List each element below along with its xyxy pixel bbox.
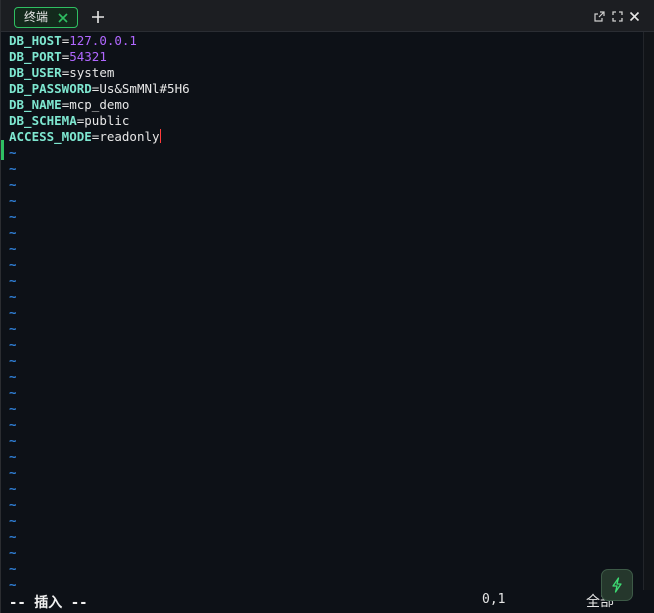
env-key: DB_NAME [9,97,62,112]
env-key: DB_PASSWORD [9,81,92,96]
empty-line-marker: ~ [9,385,17,400]
empty-line-marker: ~ [9,321,17,336]
env-key: DB_PORT [9,49,62,64]
env-value: 127.0.0.1 [69,33,137,48]
empty-line-marker: ~ [9,433,17,448]
env-value: 54321 [69,49,107,64]
status-line: -- 插入 -- 0,1 全部 [1,590,654,613]
text-cursor [159,129,161,143]
env-value: system [69,65,115,80]
empty-line-marker: ~ [9,449,17,464]
editor-area[interactable]: DB_HOST=127.0.0.1 DB_PORT=54321 DB_USER=sy… [1,32,643,592]
env-value: Us&SmMNl#5H6 [99,81,190,96]
empty-line-marker: ~ [9,177,17,192]
env-key: ACCESS_MODE [9,129,92,144]
editor-line[interactable]: DB_PASSWORD=Us&SmMNl#5H6 [9,81,190,97]
editor-line[interactable]: DB_NAME=mcp_demo [9,97,129,113]
env-key: DB_SCHEMA [9,113,77,128]
empty-line-marker: ~ [9,417,17,432]
empty-line-marker: ~ [9,305,17,320]
empty-line-marker: ~ [9,529,17,544]
scrollbar[interactable] [643,32,654,592]
close-icon[interactable] [57,12,69,24]
empty-line-marker: ~ [9,273,17,288]
env-value: public [84,113,130,128]
lightning-icon [612,577,622,593]
empty-line-marker: ~ [9,481,17,496]
empty-line-marker: ~ [9,161,17,176]
empty-line-marker: ~ [9,337,17,352]
empty-line-marker: ~ [9,193,17,208]
editor-line[interactable]: DB_SCHEMA=public [9,113,129,129]
env-value: readonly [99,129,160,144]
editor-line[interactable]: DB_USER=system [9,65,114,81]
empty-line-marker: ~ [9,401,17,416]
empty-line-marker: ~ [9,257,17,272]
env-key: DB_HOST [9,33,62,48]
tab-bar: 终端 [1,0,654,32]
empty-line-marker: ~ [9,209,17,224]
tab-label: 终端 [24,10,49,24]
env-value: mcp_demo [69,97,130,112]
empty-line-marker: ~ [9,369,17,384]
editor-line[interactable]: DB_PORT=54321 [9,49,107,65]
empty-line-marker: ~ [9,353,17,368]
empty-line-marker: ~ [9,145,17,160]
empty-line-marker: ~ [9,545,17,560]
external-link-icon[interactable] [594,11,605,22]
maximize-icon[interactable] [612,11,623,22]
editor-line[interactable]: ACCESS_MODE=readonly [9,129,161,145]
close-window-icon[interactable] [629,11,640,22]
assistant-button[interactable] [601,569,633,601]
terminal-window: 终端 DB_HOST=127.0.0.1 DB_PORT=54321 DB_USER… [0,0,654,613]
empty-line-marker: ~ [9,561,17,576]
env-key: DB_USER [9,65,62,80]
empty-line-marker: ~ [9,225,17,240]
editor-line[interactable]: DB_HOST=127.0.0.1 [9,33,137,49]
empty-line-marker: ~ [9,465,17,480]
gutter-change-marker [1,140,4,160]
plus-icon[interactable] [90,9,106,25]
mode-indicator: -- 插入 -- [9,595,88,611]
cursor-position: 0,1 [482,592,506,607]
empty-line-marker: ~ [9,289,17,304]
empty-line-marker: ~ [9,497,17,512]
tab-terminal[interactable]: 终端 [14,7,79,28]
empty-line-marker: ~ [9,241,17,256]
empty-line-marker: ~ [9,513,17,528]
